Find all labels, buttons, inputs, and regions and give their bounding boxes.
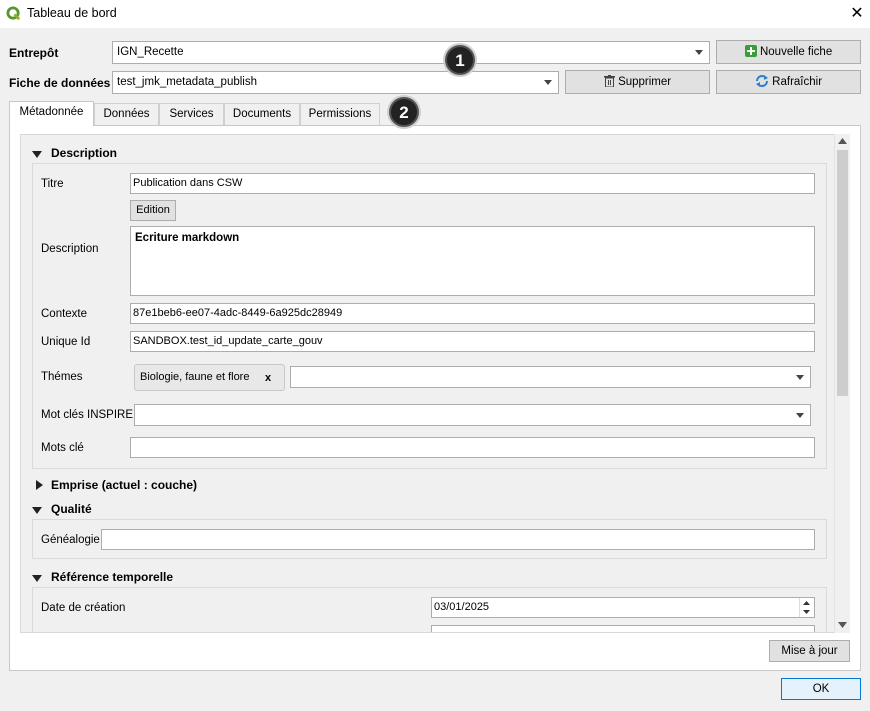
chevron-down-icon — [796, 413, 804, 418]
delete-label: Supprimer — [618, 76, 672, 88]
refresh-icon — [755, 75, 768, 87]
emprise-header[interactable]: Emprise (actuel : couche) — [51, 478, 197, 492]
tab-donnees[interactable]: Données — [94, 103, 159, 125]
refresh-label: Rafraîchir — [772, 76, 823, 88]
unique-id-input[interactable]: SANDBOX.test_id_update_carte_gouv — [130, 331, 815, 352]
delete-button[interactable]: Supprimer — [565, 70, 710, 94]
titre-input[interactable]: Publication dans CSW — [130, 173, 815, 194]
plus-icon — [744, 45, 757, 57]
chevron-down-icon — [544, 80, 552, 85]
description-textarea[interactable]: Ecriture markdown — [130, 226, 815, 296]
collapse-triangle-icon[interactable] — [32, 151, 42, 158]
inspire-combo[interactable] — [134, 404, 811, 426]
close-icon[interactable]: ✕ — [846, 3, 868, 25]
genealogie-input[interactable] — [101, 529, 815, 550]
creation-date-input[interactable]: 03/01/2025 — [431, 597, 815, 618]
theme-chip-label: Biologie, faune et flore — [140, 371, 250, 383]
new-sheet-label: Nouvelle fiche — [759, 46, 833, 58]
mots-cle-input[interactable] — [130, 437, 815, 458]
update-button[interactable]: Mise à jour — [769, 640, 850, 662]
edition-button[interactable]: Edition — [130, 200, 176, 221]
ok-button[interactable]: OK — [781, 678, 861, 700]
entrepot-label: Entrepôt — [9, 46, 59, 60]
temporelle-header[interactable]: Référence temporelle — [51, 570, 173, 584]
collapse-triangle-icon[interactable] — [32, 575, 42, 582]
inspire-label: Mot clés INSPIRE — [41, 409, 134, 421]
creation-date-value: 03/01/2025 — [434, 601, 490, 613]
remove-chip-icon[interactable]: x — [265, 372, 271, 384]
scroll-up-icon[interactable] — [838, 138, 847, 144]
mots-cle-label: Mots clé — [41, 442, 84, 454]
tab-documents[interactable]: Documents — [224, 103, 300, 125]
entrepot-value: IGN_Recette — [117, 46, 184, 58]
tab-metadonnee[interactable]: Métadonnée — [9, 101, 94, 126]
unique-id-label: Unique Id — [41, 336, 91, 348]
callout-badge-1: 1 — [445, 45, 475, 75]
trash-icon — [603, 75, 615, 88]
scroll-down-icon[interactable] — [838, 622, 847, 628]
qgis-logo-icon — [6, 6, 21, 21]
contexte-input[interactable]: 87e1beb6-ee07-4adc-8449-6a925dc28949 — [130, 303, 815, 324]
description-header[interactable]: Description — [51, 146, 117, 160]
chevron-down-icon — [796, 375, 804, 380]
metadata-scroll-area: Description Titre Publication dans CSW E… — [20, 134, 850, 633]
fiche-value: test_jmk_metadata_publish — [117, 76, 257, 88]
title-bar — [0, 0, 870, 28]
expand-triangle-icon[interactable] — [36, 480, 43, 490]
collapse-triangle-icon[interactable] — [32, 507, 42, 514]
contexte-label: Contexte — [41, 308, 88, 320]
entrepot-combo[interactable]: IGN_Recette — [112, 41, 710, 64]
theme-chip[interactable]: Biologie, faune et flore x — [134, 364, 285, 391]
date-spinner[interactable] — [799, 598, 814, 617]
creation-date-label: Date de création — [41, 602, 126, 614]
new-sheet-button[interactable]: Nouvelle fiche — [716, 40, 861, 64]
callout-badge-2: 2 — [389, 97, 419, 127]
qualite-header[interactable]: Qualité — [51, 502, 92, 516]
description-label: Description — [41, 243, 99, 255]
vertical-scrollbar[interactable] — [834, 134, 850, 633]
fiche-combo[interactable]: test_jmk_metadata_publish — [112, 71, 559, 94]
scrollbar-thumb[interactable] — [837, 150, 848, 396]
chevron-down-icon — [695, 50, 703, 55]
tab-permissions[interactable]: Permissions — [300, 103, 380, 125]
themes-label: Thémes — [41, 371, 83, 383]
next-date-input[interactable] — [431, 625, 815, 632]
window-title: Tableau de bord — [27, 6, 117, 20]
titre-label: Titre — [41, 178, 64, 190]
fiche-label: Fiche de données — [9, 76, 111, 90]
refresh-button[interactable]: Rafraîchir — [716, 70, 861, 94]
spinner-arrows-icon — [803, 601, 810, 614]
tab-services[interactable]: Services — [159, 103, 224, 125]
themes-combo[interactable] — [290, 366, 811, 388]
genealogie-label: Généalogie — [41, 534, 100, 546]
